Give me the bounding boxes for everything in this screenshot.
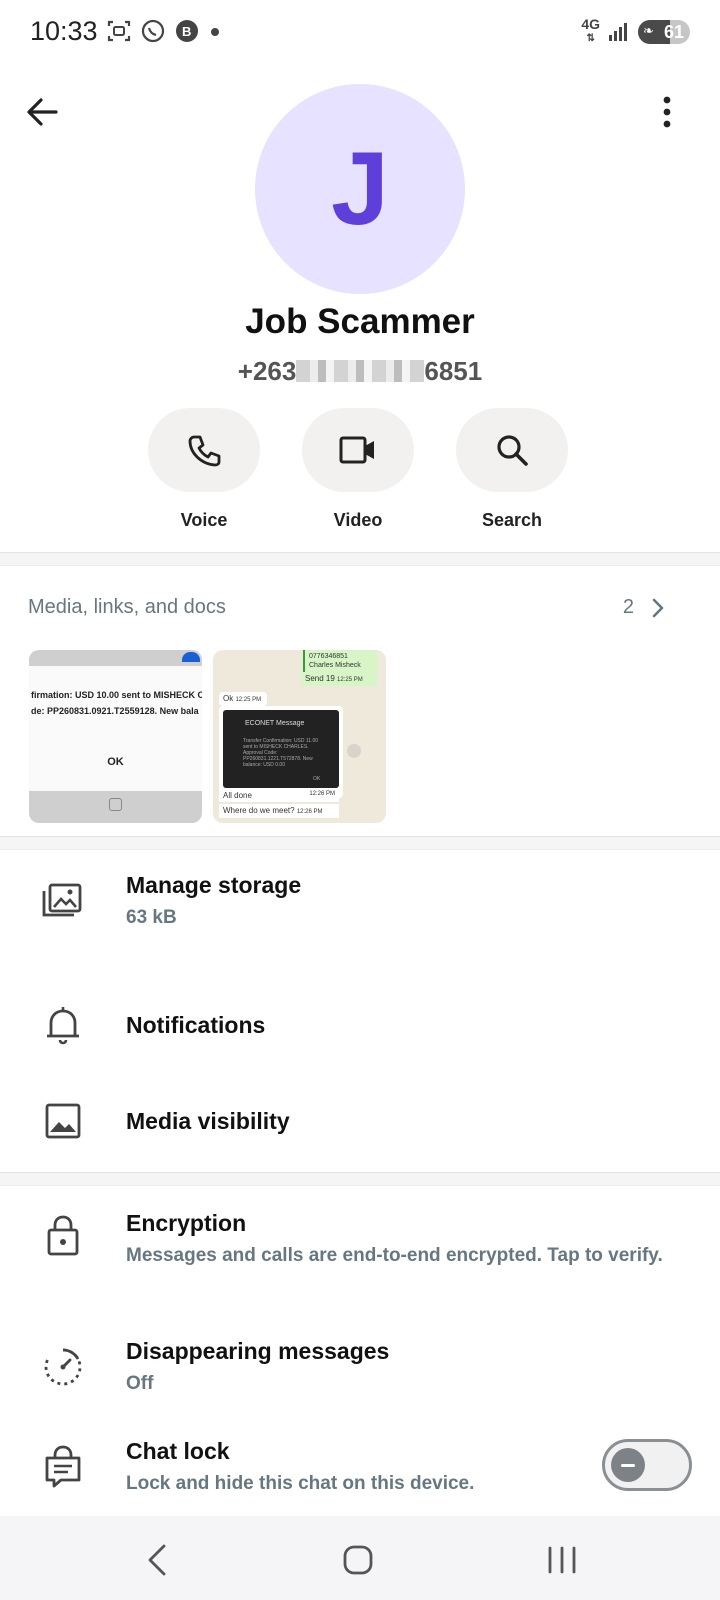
phone-suffix: 6851 <box>424 356 483 386</box>
video-call-button[interactable]: Video <box>302 408 414 531</box>
thumb-text: Send 19 <box>305 674 335 683</box>
media-header: Media, links, and docs <box>28 596 226 618</box>
disappearing-messages-status: Off <box>126 1373 154 1394</box>
thumb-text: 12:26 PM <box>296 809 323 815</box>
screenshot-icon <box>107 20 131 42</box>
thumb-text: ECONET Message <box>245 720 305 727</box>
nav-recents-icon[interactable] <box>542 1540 582 1580</box>
system-navigation-bar <box>0 1516 720 1600</box>
storage-icon <box>42 883 82 917</box>
toggle-knob <box>611 1448 645 1482</box>
phone-prefix: +263 <box>237 356 297 386</box>
notifications-title: Notifications <box>126 1012 266 1038</box>
contact-name: Job Scammer <box>245 302 475 341</box>
thumb-text: de: PP260831.0921.T2559128. New bala <box>31 706 199 716</box>
nav-back-icon[interactable] <box>138 1540 178 1580</box>
thumb-text: 12:25 PM <box>235 697 262 703</box>
whatsapp-icon <box>141 19 165 43</box>
disappearing-messages-row[interactable]: Disappearing messages Off <box>0 1318 720 1418</box>
nav-home-icon[interactable] <box>338 1540 378 1580</box>
manage-storage-row[interactable]: Manage storage 63 kB <box>0 852 720 958</box>
thumb-text: 12:26 PM <box>309 791 335 797</box>
thumb-text: firmation: USD 10.00 sent to MISHECK C <box>31 690 202 700</box>
search-icon <box>497 435 528 466</box>
thumb-text: 12:25 PM <box>337 677 363 683</box>
battery-icon: ❧ 61 <box>638 19 690 44</box>
encryption-subtitle: Messages and calls are end-to-end encryp… <box>126 1245 663 1266</box>
timer-icon <box>44 1348 82 1386</box>
notifications-row[interactable]: Notifications <box>0 978 720 1070</box>
phone-icon <box>188 435 221 467</box>
manage-storage-title: Manage storage <box>126 872 302 898</box>
disappearing-messages-title: Disappearing messages <box>126 1338 390 1364</box>
signal-icon <box>609 22 627 41</box>
status-time: 10:33 <box>30 16 98 46</box>
status-bar: 10:33 B 4G ⇅ ❧ 61 <box>0 0 720 66</box>
video-icon <box>339 436 374 464</box>
search-button[interactable]: Search <box>456 408 568 531</box>
section-divider <box>0 1172 720 1186</box>
dot-icon <box>211 28 219 36</box>
whatsapp-business-icon: B <box>176 20 198 42</box>
quick-actions: Voice Video Search <box>148 408 568 531</box>
encryption-row[interactable]: Encryption Messages and calls are end-to… <box>0 1188 720 1308</box>
encryption-title: Encryption <box>126 1210 247 1236</box>
lock-icon <box>47 1215 79 1256</box>
chat-lock-icon <box>45 1445 81 1488</box>
thumb-ok: OK <box>107 756 124 768</box>
media-thumbnail[interactable]: 0776346851 Charles Misheck Send 19 12:25 … <box>213 650 386 823</box>
image-icon <box>45 1103 81 1139</box>
search-label: Search <box>481 510 543 530</box>
thumb-text: 0776346851 <box>309 653 348 660</box>
forward-icon <box>347 744 361 758</box>
thumb-text: Charles Misheck <box>309 662 361 669</box>
thumb-text: Ok <box>223 694 234 703</box>
chat-lock-toggle[interactable] <box>602 1439 692 1491</box>
bell-icon <box>47 1007 79 1045</box>
media-thumbnail[interactable]: firmation: USD 10.00 sent to MISHECK C d… <box>29 650 202 823</box>
redacted-digits <box>296 360 425 382</box>
thumb-text: OK <box>313 776 321 782</box>
chat-lock-title: Chat lock <box>126 1438 230 1464</box>
thumb-text: All done <box>223 791 252 800</box>
media-visibility-row[interactable]: Media visibility <box>0 1074 720 1166</box>
section-divider <box>0 836 720 850</box>
chevron-right-icon[interactable] <box>648 596 668 620</box>
network-type: 4G <box>581 16 600 32</box>
battery-percent: 61 <box>663 21 684 42</box>
arrow-left-icon[interactable] <box>22 92 62 132</box>
storage-size: 63 kB <box>126 907 177 928</box>
avatar[interactable]: J <box>255 84 465 294</box>
video-label: Video <box>333 510 383 530</box>
thumb-text: Transfer Confirmation: USD 11.00 sent to… <box>243 738 319 768</box>
chat-lock-subtitle: Lock and hide this chat on this device. <box>126 1473 475 1494</box>
media-count: 2 <box>622 596 634 618</box>
media-visibility-title: Media visibility <box>126 1108 290 1134</box>
section-divider <box>0 552 720 566</box>
voice-call-button[interactable]: Voice <box>148 408 260 531</box>
voice-label: Voice <box>180 510 228 530</box>
contact-phone: +263 6851 <box>0 356 720 387</box>
thumb-text: Where do we meet? <box>223 806 295 815</box>
svg-text:B: B <box>182 24 191 39</box>
avatar-letter: J <box>331 130 389 247</box>
more-vertical-icon[interactable] <box>652 92 682 132</box>
